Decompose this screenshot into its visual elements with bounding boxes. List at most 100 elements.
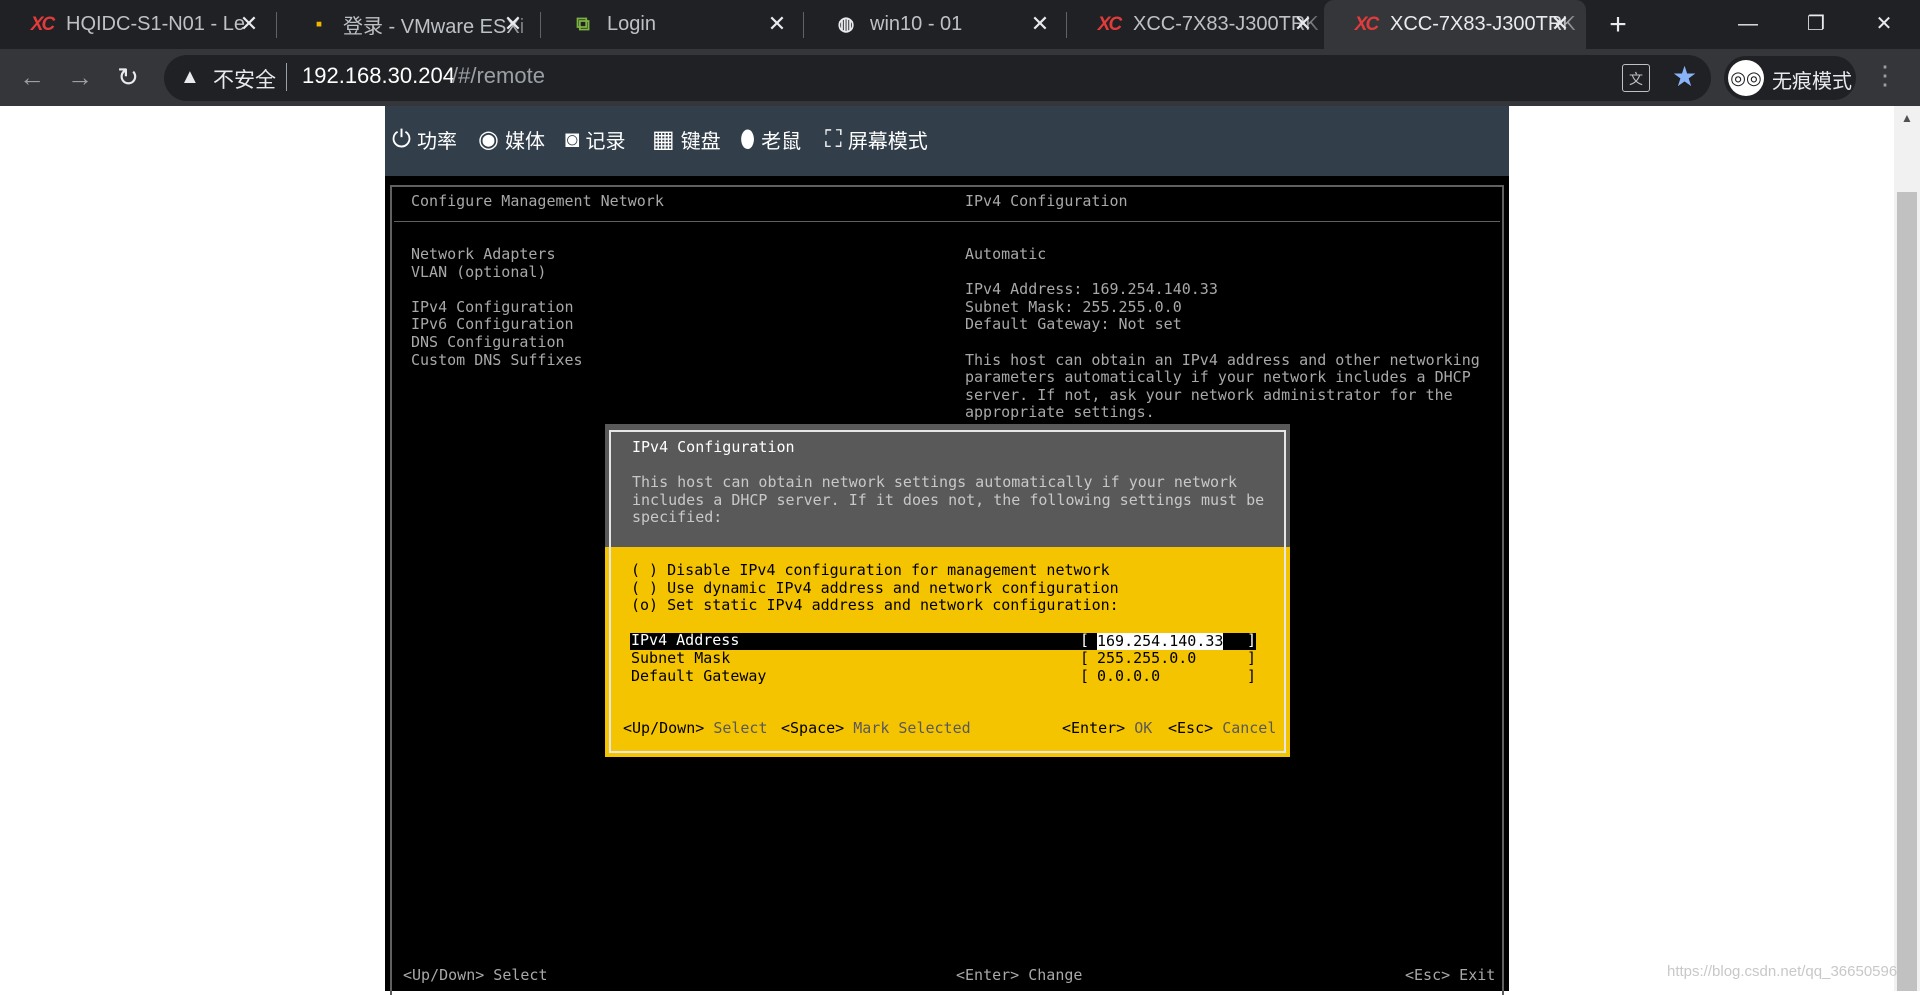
footer-change-hint: <Enter> Change	[956, 966, 1083, 984]
tab-xcc-1[interactable]: XC XCC-7X83-J300TRK ✕	[1067, 0, 1329, 49]
console-toolbar	[385, 106, 1509, 176]
xcc-icon: XC	[1097, 13, 1122, 35]
minimize-button[interactable]: —	[1728, 6, 1768, 42]
menu-item-ipv4[interactable]: IPv4 Configuration	[411, 298, 574, 317]
mouse-icon: ⬮	[740, 125, 756, 153]
hint-space: <Space> Mark Selected	[781, 719, 971, 738]
hint-action: OK	[1134, 719, 1153, 737]
footer-select-hint: <Up/Down> Select	[403, 966, 548, 984]
dcui-left-title: Configure Management Network	[411, 192, 664, 210]
vmware-icon: ▪	[315, 13, 323, 35]
menu-icon[interactable]: ⋮	[1872, 60, 1898, 91]
field-label-default-gateway: Default Gateway	[631, 666, 767, 685]
dialog-description-line: This host can obtain network settings au…	[632, 473, 1238, 491]
hint-esc[interactable]: <Esc> Cancel	[1168, 719, 1276, 738]
hint-key: <Enter>	[1062, 719, 1126, 737]
bracket-close: ]	[1247, 649, 1257, 667]
menu-item-ipv6[interactable]: IPv6 Configuration	[411, 316, 574, 334]
tab-vmware-esxi[interactable]: ▪ 登录 - VMware ESXi ✕	[277, 0, 539, 49]
close-window-button[interactable]: ✕	[1864, 6, 1904, 42]
globe-icon: ◍	[837, 14, 855, 35]
hint-enter[interactable]: <Enter> OK	[1062, 719, 1153, 738]
incognito-icon: ◎◎	[1728, 60, 1764, 96]
tab-hqidc[interactable]: XC HQIDC-S1-N01 - Le ✕	[0, 0, 275, 49]
xcc-icon: XC	[1354, 13, 1379, 35]
field-label-subnet-mask: Subnet Mask	[631, 649, 731, 667]
close-icon[interactable]: ✕	[1291, 12, 1315, 36]
ipv4-address-input[interactable]: 169.254.140.33	[1097, 632, 1224, 650]
reload-button[interactable]: ↻	[110, 59, 146, 95]
option-disable-ipv4[interactable]: ( ) Disable IPv4 configuration for manag…	[631, 561, 1110, 580]
mouse-label: 老鼠	[761, 131, 802, 153]
dialog-description-line: specified:	[632, 508, 723, 527]
power-icon: ⏻	[392, 125, 411, 153]
keyboard-menu-button[interactable]: ▦ 键盘	[652, 125, 721, 154]
tab-win10[interactable]: ◍ win10 - 01 ✕	[804, 0, 1066, 49]
menu-item-vlan[interactable]: VLAN (optional)	[411, 263, 546, 282]
url-host[interactable]: 192.168.30.204	[302, 63, 455, 89]
restore-button[interactable]: ❐	[1796, 6, 1836, 42]
menu-item-dns-suffixes[interactable]: Custom DNS Suffixes	[411, 351, 583, 370]
mouse-menu-button[interactable]: ⬮ 老鼠	[740, 125, 801, 154]
new-tab-button[interactable]: +	[1601, 10, 1635, 40]
close-icon[interactable]: ✕	[1548, 12, 1572, 36]
bracket-open: [	[1080, 649, 1090, 667]
option-label: Set static IPv4 address and network conf…	[667, 596, 1119, 615]
camera-icon: ◙	[565, 125, 580, 153]
forward-button[interactable]: →	[62, 59, 98, 95]
info-subnet-mask: Subnet Mask: 255.255.0.0	[965, 297, 1182, 316]
info-mode: Automatic	[965, 245, 1047, 263]
radio-mark[interactable]: (o)	[631, 596, 658, 614]
footer-exit-hint: <Esc> Exit	[1405, 966, 1496, 984]
dialog-title: IPv4 Configuration	[632, 438, 795, 456]
close-icon[interactable]: ✕	[501, 12, 525, 36]
watermark: https://blog.csdn.net/qq_36650596	[1667, 963, 1898, 980]
bookmark-star-icon[interactable]: ★	[1672, 60, 1697, 93]
record-label: 记录	[585, 131, 626, 153]
back-button[interactable]: ←	[14, 59, 50, 95]
bracket-close: ]	[1247, 631, 1257, 650]
menu-item-network-adapters[interactable]: Network Adapters	[411, 245, 556, 264]
close-icon[interactable]: ✕	[765, 12, 789, 36]
close-icon[interactable]: ✕	[237, 12, 261, 36]
dcui-right-title: IPv4 Configuration	[965, 192, 1128, 210]
power-menu-button[interactable]: ⏻ 功率	[392, 125, 457, 154]
info-description-line: server. If not, ask your network adminis…	[965, 385, 1453, 404]
option-label: Disable IPv4 configuration for managemen…	[667, 561, 1110, 579]
record-menu-button[interactable]: ◙ 记录	[565, 125, 626, 154]
warning-icon[interactable]: ▲	[180, 66, 200, 89]
hint-action: Mark Selected	[853, 719, 971, 737]
dialog-description-line: includes a DHCP server. If it does not, …	[632, 490, 1265, 509]
close-icon[interactable]: ✕	[1028, 12, 1052, 36]
media-menu-button[interactable]: ◉ 媒体	[478, 125, 545, 154]
keyboard-label: 键盘	[680, 131, 721, 153]
vsphere-icon: ⧉	[576, 13, 590, 35]
screen-mode-menu-button[interactable]: ⛶ 屏幕模式	[825, 125, 928, 154]
url-path[interactable]: /#/remote	[452, 63, 545, 89]
option-dynamic-ipv4[interactable]: ( ) Use dynamic IPv4 address and network…	[631, 579, 1119, 598]
hint-key: <Space>	[781, 719, 845, 737]
subnet-mask-input[interactable]: 255.255.0.0	[1097, 649, 1196, 668]
scroll-up-arrow[interactable]: ▲	[1894, 106, 1920, 130]
screen-mode-label: 屏幕模式	[847, 131, 928, 153]
info-description-line: This host can obtain an IPv4 address and…	[965, 350, 1480, 369]
info-description-line: parameters automatically if your network…	[965, 368, 1471, 387]
tab-login[interactable]: ⧉ Login ✕	[541, 0, 803, 49]
tab-xcc-2-active[interactable]: XC XCC-7X83-J300TRK ✕	[1324, 0, 1586, 49]
default-gateway-input[interactable]: 0.0.0.0	[1097, 667, 1160, 686]
radio-mark[interactable]: ( )	[631, 561, 658, 579]
media-label: 媒体	[504, 131, 545, 153]
info-description-line: appropriate settings.	[965, 403, 1155, 422]
menu-item-dns[interactable]: DNS Configuration	[411, 333, 565, 352]
radio-mark[interactable]: ( )	[631, 579, 658, 597]
bracket-close: ]	[1247, 666, 1257, 685]
field-label-ipv4-address: IPv4 Address	[631, 631, 740, 650]
translate-icon[interactable]: 文	[1622, 64, 1650, 92]
option-static-ipv4[interactable]: (o) Set static IPv4 address and network …	[631, 596, 1119, 615]
security-label[interactable]: 不安全	[213, 64, 276, 94]
dcui-header-divider	[394, 221, 1500, 222]
hint-key: <Esc>	[1168, 719, 1214, 737]
scrollbar-thumb[interactable]	[1897, 192, 1917, 991]
hint-key: <Up/Down>	[623, 719, 705, 737]
bracket-open: [	[1080, 631, 1090, 650]
